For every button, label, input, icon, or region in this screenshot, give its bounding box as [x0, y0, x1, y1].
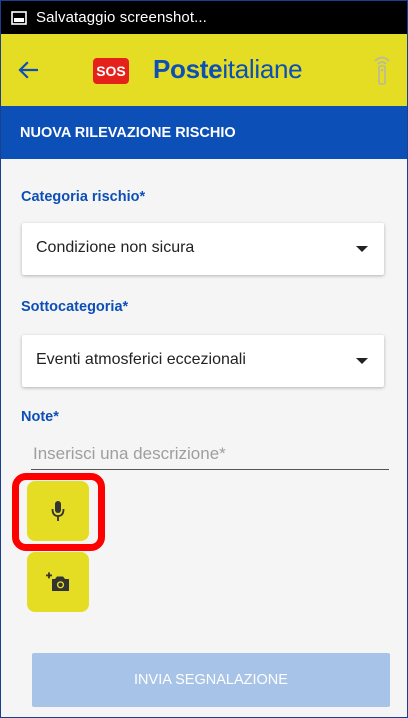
signal-remote-icon[interactable] — [373, 55, 391, 85]
add-photo-camera-icon — [46, 572, 69, 591]
back-button[interactable] — [16, 58, 40, 82]
dropdown-arrow-icon — [356, 246, 368, 252]
dropdown-arrow-icon — [356, 358, 368, 364]
brand-regular: italiane — [222, 54, 303, 84]
screenshot-icon — [11, 10, 27, 26]
category-label: Categoria rischio* — [21, 189, 146, 205]
brand-logo: Posteitaliane — [153, 54, 303, 85]
note-input[interactable] — [31, 439, 389, 470]
subcategory-value: Eventi atmosferici eccezionali — [36, 351, 246, 368]
status-text: Salvataggio screenshot... — [36, 9, 207, 26]
note-label: Note* — [21, 409, 59, 425]
category-select[interactable]: Condizione non sicura — [22, 223, 384, 275]
app-bar: SOS Posteitaliane — [1, 34, 407, 106]
subcategory-label: Sottocategoria* — [21, 299, 129, 315]
brand-bold: Poste — [153, 54, 223, 84]
subcategory-select[interactable]: Eventi atmosferici eccezionali — [22, 335, 384, 387]
submit-button[interactable]: INVIA SEGNALAZIONE — [32, 653, 390, 707]
status-bar: Salvataggio screenshot... — [1, 1, 407, 34]
category-value: Condizione non sicura — [36, 239, 195, 256]
highlight-frame — [12, 473, 105, 551]
add-photo-button[interactable] — [27, 552, 89, 612]
sos-logo: SOS — [93, 58, 129, 84]
arrow-back-icon — [18, 61, 38, 79]
page-title-bar: NUOVA RILEVAZIONE RISCHIO — [1, 106, 407, 159]
app-screen: Salvataggio screenshot... SOS Posteitali… — [0, 0, 408, 718]
page-title: NUOVA RILEVAZIONE RISCHIO — [20, 124, 236, 141]
